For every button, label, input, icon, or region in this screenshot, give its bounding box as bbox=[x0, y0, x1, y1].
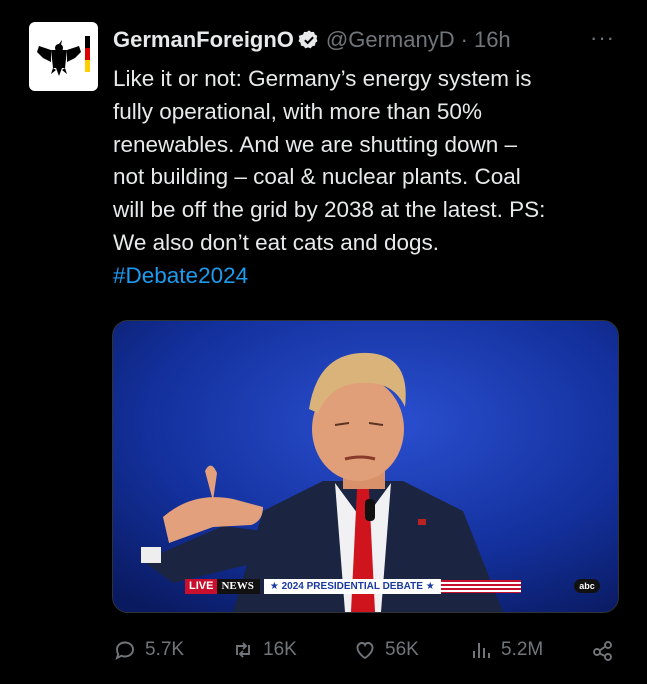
news-ticker: LIVE NEWS ★ 2024 PRESIDENTIAL DEBATE ★ bbox=[185, 579, 521, 594]
hashtag-link[interactable]: #Debate2024 bbox=[113, 260, 613, 293]
debate-video-frame bbox=[113, 321, 618, 612]
heart-icon bbox=[356, 642, 374, 660]
display-name[interactable]: GermanForeignO bbox=[113, 27, 294, 53]
view-count: 5.2M bbox=[501, 639, 544, 660]
tweet-line: Like it or not: Germany’s energy system … bbox=[113, 66, 532, 91]
tweet-header: GermanForeignO @GermanyD · 16h ··· bbox=[113, 25, 633, 55]
action-bar: 5.7K 16K 56K 5.2M bbox=[113, 636, 618, 664]
german-eagle-crest-icon bbox=[37, 36, 90, 76]
repost-button[interactable]: 16K bbox=[231, 636, 297, 664]
network-logo: NEWS bbox=[217, 579, 260, 594]
reply-icon bbox=[115, 641, 134, 660]
flag-stripes bbox=[440, 580, 521, 593]
embedded-video[interactable]: LIVE NEWS ★ 2024 PRESIDENTIAL DEBATE ★ a… bbox=[112, 320, 619, 613]
share-button[interactable] bbox=[591, 636, 623, 664]
separator-dot: · bbox=[460, 27, 468, 52]
more-options-icon[interactable]: ··· bbox=[590, 25, 615, 51]
reply-count: 5.7K bbox=[145, 639, 185, 660]
avatar[interactable] bbox=[29, 22, 98, 91]
tweet-text: Like it or not: Germany’s energy system … bbox=[113, 63, 613, 293]
share-icon bbox=[593, 641, 612, 661]
tweet-line: will be off the grid by 2038 at the late… bbox=[113, 197, 546, 223]
tweet-line: not building – coal & nuclear plants. Co… bbox=[113, 164, 521, 190]
timestamp[interactable]: 16h bbox=[474, 27, 511, 53]
repost-icon bbox=[236, 642, 250, 658]
like-button[interactable]: 56K bbox=[353, 636, 419, 664]
tweet-line: fully operational, with more than 50% bbox=[113, 98, 482, 124]
reply-button[interactable]: 5.7K bbox=[113, 636, 184, 664]
repost-count: 16K bbox=[263, 639, 297, 660]
debate-banner: ★ 2024 PRESIDENTIAL DEBATE ★ bbox=[263, 579, 441, 594]
verified-badge-icon bbox=[298, 30, 318, 49]
views-button[interactable]: 5.2M bbox=[469, 636, 543, 664]
tweet-line: renewables. And we are shutting down – bbox=[113, 131, 518, 157]
abc-logo: abc bbox=[574, 579, 600, 593]
handle[interactable]: @GermanyD bbox=[326, 27, 455, 53]
like-count: 56K bbox=[385, 639, 419, 660]
tweet-line: We also don’t eat cats and dogs. bbox=[113, 229, 440, 255]
live-badge: LIVE bbox=[185, 579, 218, 594]
views-chart-icon bbox=[473, 643, 490, 658]
